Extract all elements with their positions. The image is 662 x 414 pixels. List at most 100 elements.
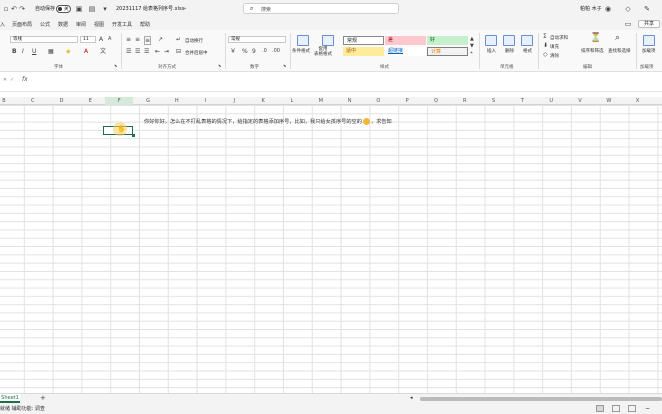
search-box[interactable]: ⌕ 搜索 [243,3,399,14]
conditional-format-button[interactable]: 条件格式 [292,48,310,54]
save-icon[interactable]: ▫ [2,5,10,13]
scroll-left-icon[interactable]: ◂ [410,395,413,401]
file-name[interactable]: 20231117 给表格列序号.xlsx [116,5,185,12]
font-dialog-launcher-icon[interactable]: ⬊ [114,62,117,69]
increase-indent-icon[interactable]: ⇥ [164,48,169,55]
style-calculation[interactable]: 计算 [427,47,468,56]
clear-button[interactable]: 清除 [550,53,559,59]
save-disk-icon[interactable]: ▣ [75,5,83,13]
alignment-dialog-launcher-icon[interactable]: ⬊ [218,62,221,69]
column-header-t[interactable]: T [508,97,536,105]
column-header-j[interactable]: J [220,97,248,105]
underline-button[interactable]: U [32,48,36,55]
number-format-select[interactable]: 常规 [228,36,286,43]
formula-input[interactable] [32,75,662,85]
sort-filter-button[interactable]: 排序和筛选 [581,48,604,54]
increase-decimal-icon[interactable]: .0 [262,48,267,55]
comma-style-icon[interactable]: 9 [252,48,256,55]
align-left-icon[interactable]: ☰ [126,48,131,55]
column-header-k[interactable]: K [249,97,277,105]
wrap-text-icon[interactable]: ↵ [176,36,181,43]
align-center-icon[interactable]: ☰ [135,48,140,55]
column-header-o[interactable]: O [364,97,392,105]
align-top-icon[interactable]: ≡ [126,36,131,43]
page-break-view-button[interactable] [628,405,636,412]
delete-button[interactable]: 删除 [505,48,514,54]
column-header-l[interactable]: L [278,97,306,105]
chevron-down-icon[interactable]: ⌄ [183,5,187,11]
orientation-icon[interactable]: ↗ [158,36,163,43]
menu-help[interactable]: 帮助 [140,21,150,28]
horizontal-scrollbar[interactable] [420,397,662,401]
diamond-icon[interactable]: ◇ [624,5,632,13]
comment-icon[interactable]: ▭ [624,20,632,28]
column-header-p[interactable]: P [393,97,421,105]
autosum-button[interactable]: 自动求和 [550,35,568,41]
fx-icon[interactable]: fx [22,76,28,83]
style-hyperlink[interactable]: 超链接 [385,47,426,56]
styles-scroll-down-icon[interactable]: ▼ [470,43,474,50]
align-bottom-icon[interactable]: ≡ [144,36,152,45]
column-header-n[interactable]: N [336,97,364,105]
column-header-r[interactable]: R [451,97,479,105]
menu-developer[interactable]: 开发工具 [112,21,132,28]
cell-text[interactable]: 你好你好，怎么在不打乱表格的情况下，给指定的表格添加序号，比如，我只给女孩序号的… [144,118,392,125]
increase-font-icon[interactable]: A [99,36,103,43]
column-header-c[interactable]: C [19,97,47,105]
clear-icon[interactable]: ◇ [543,51,548,58]
column-header-e[interactable]: E [76,97,104,105]
avatar[interactable]: ◉ [604,5,612,13]
style-neutral[interactable]: 适中 [343,47,384,56]
print-icon[interactable]: ▤ [88,5,96,13]
font-name-select[interactable]: 等线 [10,36,78,43]
add-sheet-icon[interactable]: + [40,394,46,403]
worksheet-grid[interactable] [0,105,662,393]
bold-button[interactable]: B [12,48,17,55]
merge-icon[interactable]: ⊟ [176,48,181,55]
normal-view-button[interactable] [596,405,604,412]
fill-handle[interactable] [131,133,135,137]
column-header-m[interactable]: M [307,97,335,105]
fill-icon[interactable]: ⬇ [543,42,548,49]
autosum-icon[interactable]: Σ [543,33,547,40]
column-header-d[interactable]: D [48,97,76,105]
column-header-w[interactable]: W [595,97,623,105]
column-header-x[interactable]: X [624,97,652,105]
confirm-icon[interactable]: ✓ [10,77,14,83]
column-header-b[interactable]: B [0,97,18,105]
zoom-out-icon[interactable]: − [645,405,650,412]
column-header-f[interactable]: F [105,97,134,105]
style-good[interactable]: 好 [427,36,468,45]
align-right-icon[interactable]: ☰ [144,48,149,55]
decrease-indent-icon[interactable]: ⇤ [155,48,160,55]
format-button[interactable]: 格式 [523,48,532,54]
fill-button[interactable]: 填充 [550,44,559,50]
font-color-icon[interactable]: A [84,48,88,55]
currency-icon[interactable]: ￥ [230,48,236,55]
merge-center-button[interactable]: 合并后居中 [185,50,208,56]
column-header-i[interactable]: I [192,97,220,105]
wrap-text-button[interactable]: 自动换行 [185,38,203,44]
find-select-button[interactable]: 查找和选择 [608,48,631,54]
style-normal[interactable]: 常规 [343,36,384,45]
menu-page-layout[interactable]: 页面布局 [12,21,32,28]
decrease-decimal-icon[interactable]: .00 [272,48,280,55]
column-header-u[interactable]: U [537,97,565,105]
sheet-tab[interactable]: Sheet1 [0,394,20,403]
undo-icon[interactable]: ↶ [10,5,18,13]
table-format-button[interactable]: 套用 表格格式 [314,47,332,57]
column-header-g[interactable]: G [134,97,162,105]
menu-view[interactable]: 视图 [94,21,104,28]
italic-button[interactable]: I [22,48,24,55]
page-layout-view-button[interactable] [612,405,620,412]
align-middle-icon[interactable]: ≡ [135,36,140,43]
font-size-select[interactable]: 11 [80,36,96,43]
autosave-toggle[interactable]: 关 [56,5,71,13]
menu-review[interactable]: 审阅 [76,21,86,28]
column-header-h[interactable]: H [163,97,191,105]
menu-insert[interactable]: 入 [0,21,5,28]
customize-qat-icon[interactable]: ▾ [101,5,109,13]
fill-color-icon[interactable]: ◈ [66,48,71,55]
phonetic-icon[interactable]: 文 [100,48,106,55]
user-name[interactable]: 帕帕 木子 [580,5,602,12]
